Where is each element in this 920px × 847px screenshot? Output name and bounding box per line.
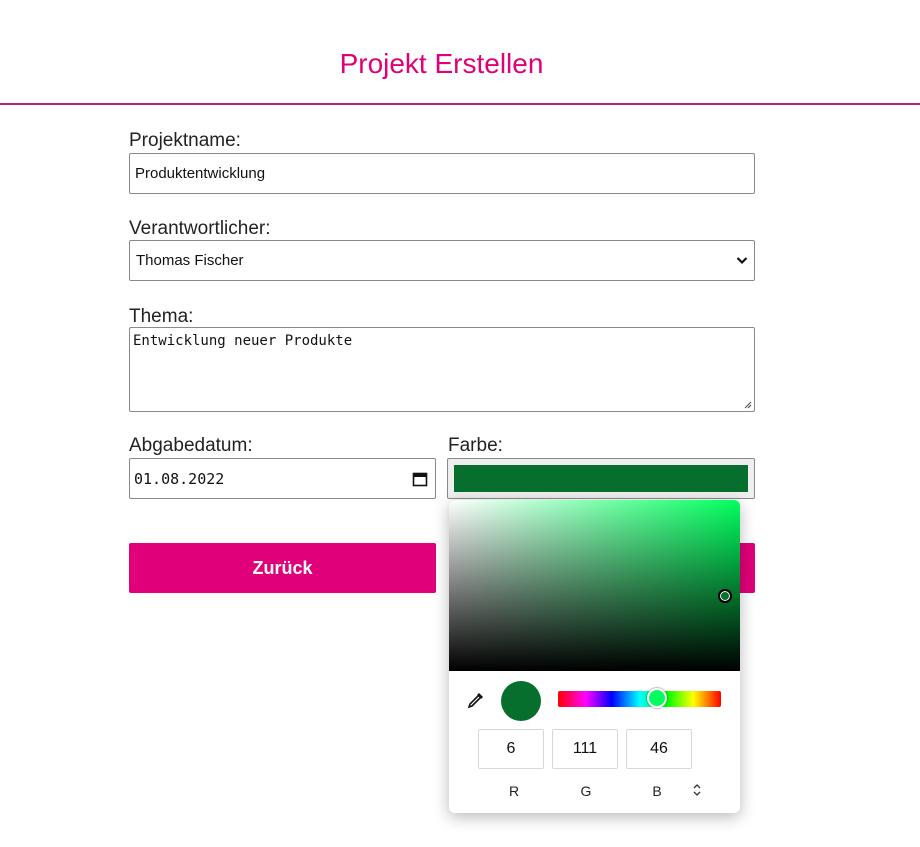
farbe-color-input[interactable] (447, 458, 755, 499)
color-picker-popup: 6 111 46 R G B (449, 500, 740, 813)
red-value-input[interactable]: 6 (478, 729, 544, 769)
hue-slider[interactable] (558, 688, 721, 708)
abgabedatum-label: Abgabedatum: (129, 435, 253, 456)
projektname-input[interactable]: Produktentwicklung (129, 153, 755, 194)
color-saturation-value-area[interactable] (449, 500, 740, 671)
thema-value: Entwicklung neuer Produkte (133, 333, 353, 349)
eyedropper-icon[interactable] (466, 690, 486, 710)
projektname-value: Produktentwicklung (135, 165, 266, 182)
resize-handle-icon[interactable] (742, 399, 752, 409)
projektname-label: Projektname: (129, 130, 241, 151)
hue-slider-handle[interactable] (646, 688, 667, 708)
chevron-down-icon (736, 257, 748, 265)
calendar-icon[interactable] (412, 471, 428, 487)
green-value-input[interactable]: 111 (552, 729, 618, 769)
page-title: Projekt Erstellen (339, 48, 544, 79)
verantwortlicher-select[interactable]: Thomas Fischer (129, 240, 755, 281)
farbe-color-swatch (454, 465, 748, 492)
title-divider (0, 103, 920, 105)
red-label: R (508, 783, 520, 799)
farbe-label: Farbe: (448, 435, 503, 456)
abgabedatum-value: 01.08.2022 (134, 469, 225, 488)
verantwortlicher-label: Verantwortlicher: (129, 218, 271, 239)
color-mode-toggle-icon[interactable] (692, 783, 702, 797)
color-preview-circle (501, 681, 541, 721)
green-label: G (580, 783, 592, 799)
abgabedatum-input[interactable]: 01.08.2022 (129, 458, 436, 499)
thema-label: Thema: (129, 306, 194, 327)
blue-value-input[interactable]: 46 (626, 729, 692, 769)
blue-label: B (652, 783, 662, 799)
back-button[interactable]: Zurück (129, 543, 436, 593)
verantwortlicher-selected-value: Thomas Fischer (136, 252, 244, 269)
thema-textarea[interactable]: Entwicklung neuer Produkte (129, 327, 755, 412)
